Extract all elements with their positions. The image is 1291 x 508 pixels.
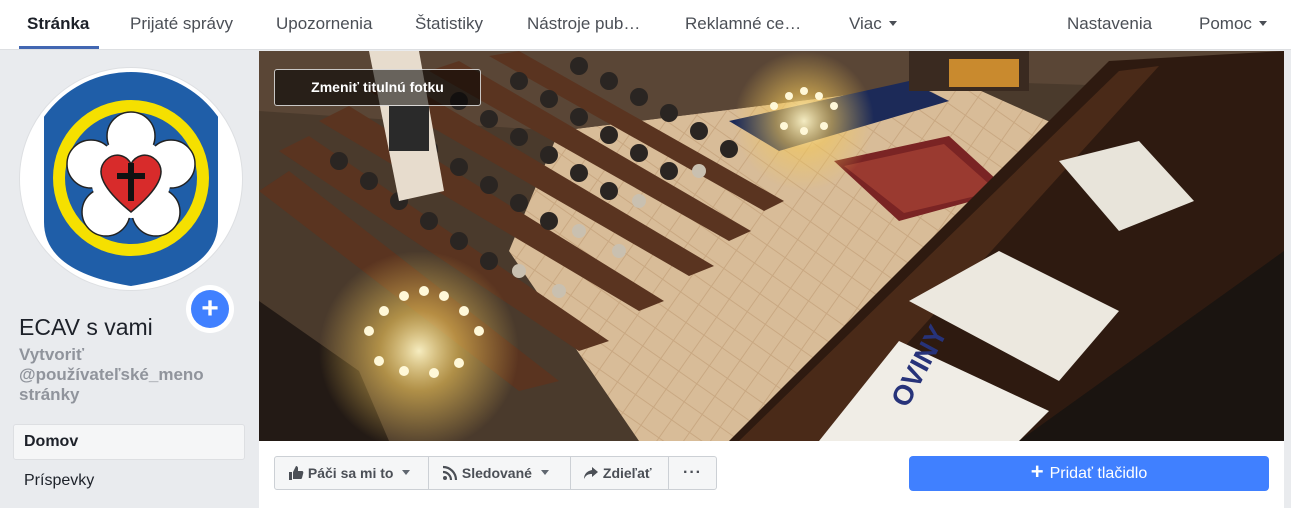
tab-publishing-tools[interactable]: Nástroje pub… (527, 0, 640, 50)
help-label: Pomoc (1199, 14, 1252, 33)
chevron-down-icon (1258, 20, 1267, 26)
cover-photo: OVINY Zmeniť titulnú fotku (259, 51, 1284, 441)
church-interior-photo: OVINY (259, 51, 1284, 441)
create-username-link[interactable]: Vytvoriť @používateľské_meno stránky (19, 345, 249, 405)
thumbs-up-icon (289, 465, 304, 480)
sidebar-item-posts[interactable]: Príspevky (13, 463, 245, 499)
page-title: ECAV s vami (19, 314, 153, 340)
like-button[interactable]: Páči sa mi to (274, 456, 429, 490)
follow-label: Sledované (461, 465, 532, 481)
sidebar-item-home[interactable]: Domov (13, 424, 245, 460)
like-label: Páči sa mi to (307, 465, 394, 481)
add-button[interactable]: + Pridať tlačidlo (909, 456, 1269, 491)
change-cover-button[interactable]: Zmeniť titulnú fotku (274, 69, 481, 106)
share-label: Zdieľať (602, 465, 652, 481)
plus-icon: + (191, 290, 229, 328)
tab-notifications[interactable]: Upozornenia (276, 0, 372, 50)
luther-rose-logo (24, 72, 238, 286)
chevron-down-icon (402, 470, 411, 476)
tab-messages[interactable]: Prijaté správy (130, 0, 233, 50)
chevron-down-icon (888, 20, 897, 26)
help-menu[interactable]: Pomoc (1199, 0, 1267, 50)
follow-button[interactable]: Sledované (428, 456, 571, 490)
share-button[interactable]: Zdieľať (570, 456, 669, 490)
settings-link[interactable]: Nastavenia (1067, 0, 1152, 50)
tab-more-label: Viac (849, 14, 882, 33)
tab-ad-center[interactable]: Reklamné ce… (685, 0, 801, 50)
add-button-label: Pridať tlačidlo (1049, 465, 1148, 482)
rss-icon (442, 465, 458, 480)
profile-picture[interactable] (19, 67, 243, 291)
share-arrow-icon (584, 466, 598, 479)
top-navigation: Stránka Prijaté správy Upozornenia Štati… (0, 0, 1291, 50)
plus-icon: + (1030, 459, 1044, 485)
update-profile-photo-button[interactable]: + (186, 285, 234, 333)
left-column: + ECAV s vami Vytvoriť @používateľské_me… (0, 51, 258, 508)
page-action-bar: Páči sa mi to Sledované Zdieľať ··· + Pri… (259, 441, 1284, 508)
tab-page[interactable]: Stránka (27, 0, 89, 50)
active-tab-indicator (19, 46, 99, 49)
more-options-button[interactable]: ··· (668, 456, 717, 490)
tab-insights[interactable]: Štatistiky (415, 0, 483, 50)
chevron-down-icon (540, 470, 549, 476)
tab-more[interactable]: Viac (849, 0, 897, 50)
